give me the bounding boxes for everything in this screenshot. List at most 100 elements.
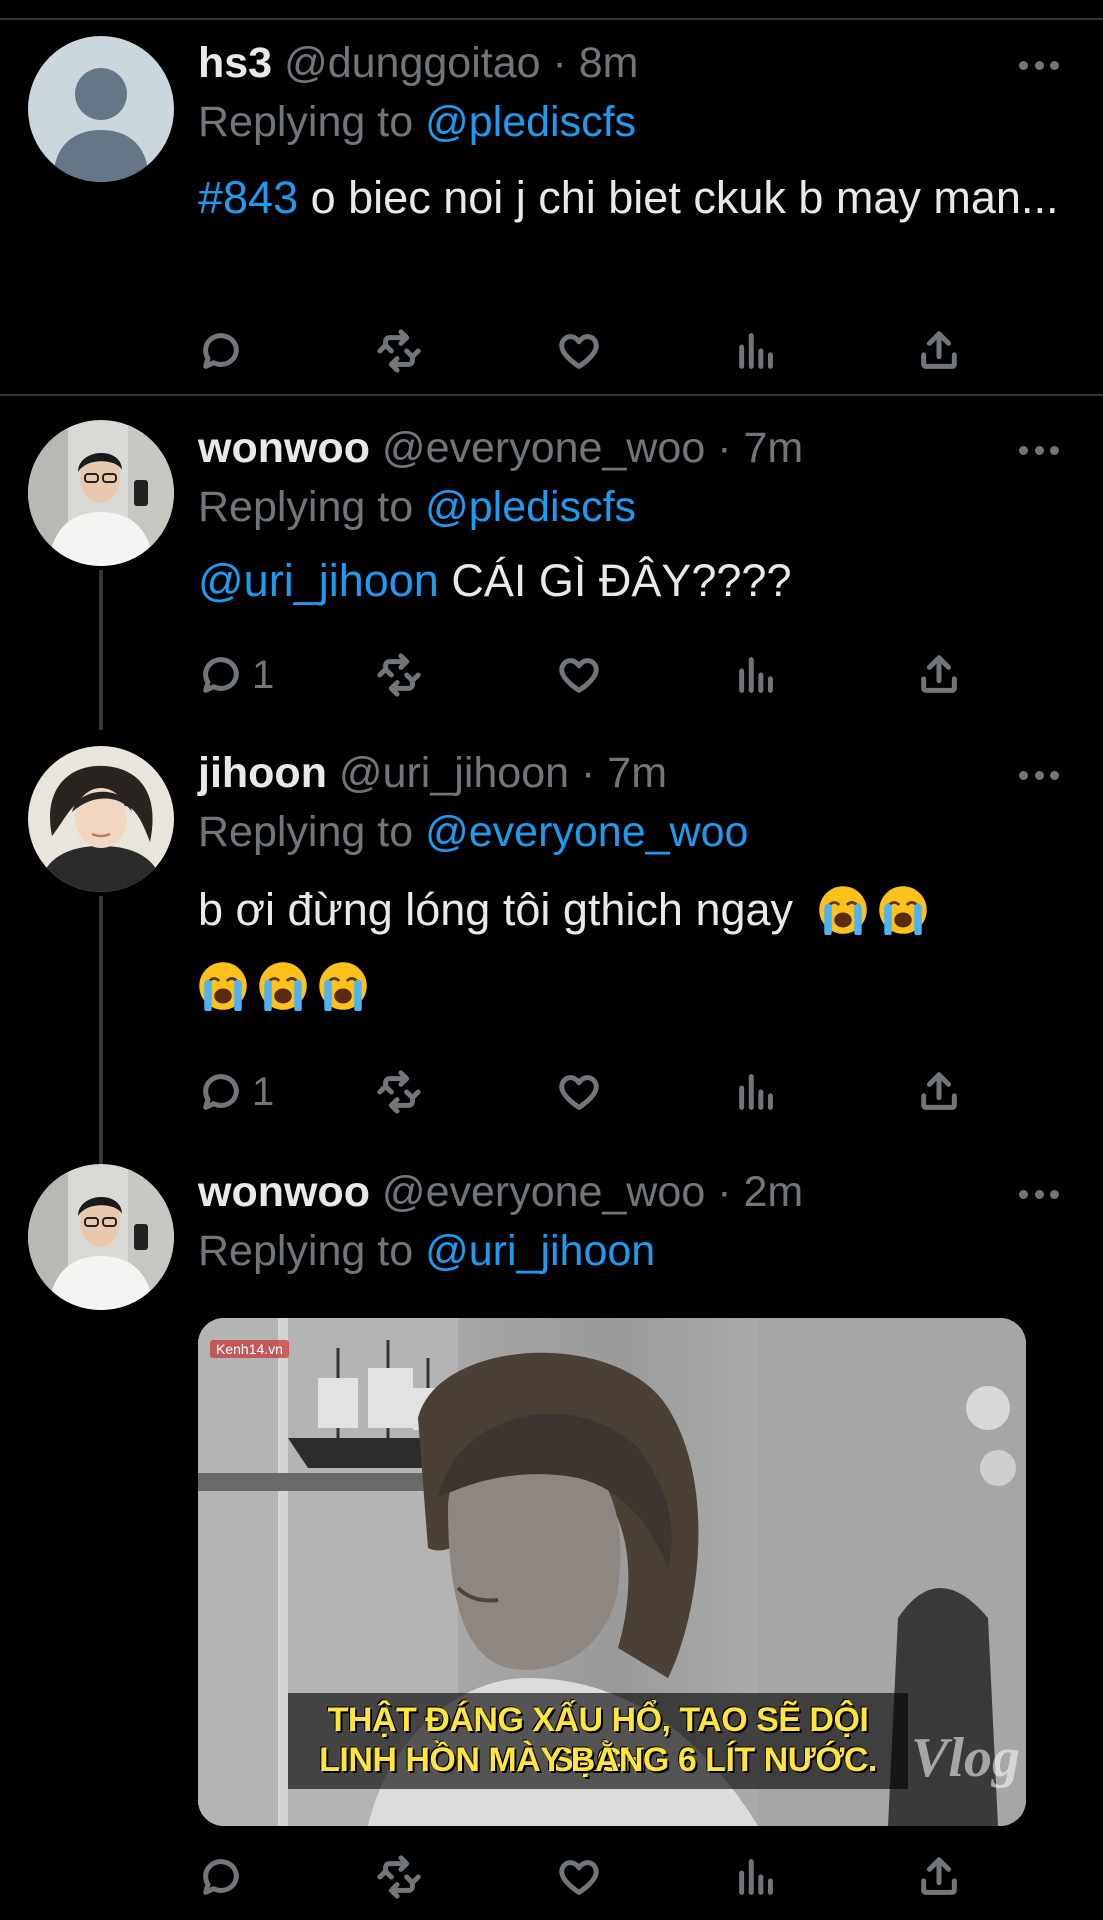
reply-button[interactable] — [198, 1852, 244, 1902]
reply-count: 1 — [252, 1069, 275, 1114]
reply-count: 1 — [252, 652, 275, 697]
retweet-button[interactable] — [376, 1852, 422, 1902]
loudly-crying-face-emoji — [878, 886, 927, 935]
tweet-header: wonwoo @everyone_woo · 7m — [198, 419, 1063, 477]
user-handle[interactable]: @dunggoitao — [284, 39, 540, 87]
like-button[interactable] — [556, 650, 602, 700]
avatar-wonwoo[interactable] — [28, 1164, 174, 1310]
hashtag-link[interactable]: #843 — [198, 172, 298, 223]
thread-connector — [99, 896, 103, 1164]
retweet-icon — [377, 1070, 421, 1114]
thread-connector — [99, 570, 103, 730]
share-button[interactable] — [916, 1852, 962, 1902]
retweet-icon — [377, 1855, 421, 1899]
replying-to: Replying to @uri_jihoon — [198, 1221, 1063, 1281]
share-button[interactable] — [916, 650, 962, 700]
separator-dot: · — [717, 1168, 732, 1216]
retweet-icon — [377, 653, 421, 697]
mention-link[interactable]: @uri_jihoon — [198, 555, 439, 606]
tweet-header: jihoon @uri_jihoon · 7m — [198, 744, 1063, 802]
timestamp[interactable]: 7m — [744, 424, 804, 472]
display-name[interactable]: jihoon — [198, 749, 327, 797]
like-button[interactable] — [556, 1067, 602, 1117]
heart-icon — [559, 1075, 599, 1110]
tweet-media-image[interactable]: Kenh14.vn THẬT ĐÁNG XẤU HỔ, TAO SẼ DỘI S… — [198, 1318, 1026, 1826]
replying-mention[interactable]: @everyone_woo — [425, 808, 748, 856]
retweet-button[interactable] — [376, 650, 422, 700]
timestamp[interactable]: 2m — [744, 1168, 804, 1216]
analytics-bars-icon — [739, 1859, 773, 1895]
watermark-label: Kenh14.vn — [210, 1340, 289, 1358]
timestamp[interactable]: 7m — [607, 749, 667, 797]
replying-mention[interactable]: @plediscfs — [425, 98, 636, 146]
tweet-header: hs3 @dunggoitao · 8m — [198, 34, 1063, 92]
display-name[interactable]: wonwoo — [198, 1168, 370, 1216]
timestamp[interactable]: 8m — [579, 39, 639, 87]
separator-dot: · — [552, 39, 567, 87]
share-upload-icon — [921, 331, 957, 369]
profile-photo-image — [28, 1164, 174, 1310]
tweet-divider — [0, 394, 1103, 396]
reply-button[interactable]: 1 — [198, 650, 274, 700]
reply-button[interactable] — [198, 326, 244, 376]
replying-mention[interactable]: @uri_jihoon — [425, 1227, 655, 1275]
share-button[interactable] — [916, 1067, 962, 1117]
tweet-text: #843 o biec noi j chi biet ckuk b may ma… — [198, 166, 1063, 230]
tweet-actions — [198, 1852, 978, 1902]
tweet-actions: 1 — [198, 650, 978, 700]
analytics-bars-icon — [739, 1074, 773, 1110]
like-button[interactable] — [556, 326, 602, 376]
replying-to: Replying to @everyone_woo — [198, 802, 1063, 862]
views-button[interactable] — [734, 326, 780, 376]
analytics-bars-icon — [739, 333, 773, 369]
loudly-crying-face-emoji — [319, 962, 367, 1011]
tweet-actions: 1 — [198, 1067, 978, 1117]
tweet-body-text: o biec noi j chi biet ckuk b may man... — [298, 172, 1059, 223]
loudly-crying-face-emoji — [818, 886, 867, 935]
reply-bubble-icon — [203, 333, 239, 369]
retweet-button[interactable] — [376, 326, 422, 376]
separator-dot: · — [717, 424, 732, 472]
replying-to: Replying to @plediscfs — [198, 92, 1063, 152]
reply-bubble-icon — [203, 657, 239, 693]
retweet-icon — [377, 329, 421, 373]
heart-icon — [559, 334, 599, 369]
loudly-crying-face-emoji — [259, 962, 307, 1011]
retweet-button[interactable] — [376, 1067, 422, 1117]
replying-prefix: Replying to — [198, 1227, 414, 1275]
user-handle[interactable]: @uri_jihoon — [339, 749, 569, 797]
subtitle-line-2: LINH HỒN MÀY BẰNG 6 LÍT NƯỚC. — [319, 1741, 877, 1779]
reply-bubble-icon — [203, 1074, 239, 1110]
separator-dot: · — [581, 749, 596, 797]
user-handle[interactable]: @everyone_woo — [382, 424, 705, 472]
heart-icon — [559, 1860, 599, 1895]
views-button[interactable] — [734, 1067, 780, 1117]
profile-photo-image — [28, 746, 174, 892]
tweet-body-text: CÁI GÌ ĐÂY???? — [438, 555, 792, 606]
reply-button[interactable]: 1 — [198, 1067, 274, 1117]
like-button[interactable] — [556, 1852, 602, 1902]
share-upload-icon — [921, 1072, 957, 1110]
tweet-actions — [198, 326, 978, 376]
loudly-crying-face-emoji — [199, 962, 247, 1011]
avatar-default[interactable] — [28, 36, 174, 182]
replying-mention[interactable]: @plediscfs — [425, 483, 636, 531]
display-name[interactable]: wonwoo — [198, 424, 370, 472]
avatar-wonwoo[interactable] — [28, 420, 174, 566]
views-button[interactable] — [734, 650, 780, 700]
share-button[interactable] — [916, 326, 962, 376]
reply-bubble-icon — [203, 1859, 239, 1895]
avatar-jihoon[interactable] — [28, 746, 174, 892]
tweet-text: b ơi đừng lóng tôi gthich ngay — [198, 872, 1063, 1024]
replying-to: Replying to @plediscfs — [198, 477, 1063, 537]
tweet-header: wonwoo @everyone_woo · 2m — [198, 1163, 1063, 1221]
heart-icon — [559, 658, 599, 693]
replying-prefix: Replying to — [198, 98, 414, 146]
top-divider — [0, 18, 1103, 20]
views-button[interactable] — [734, 1852, 780, 1902]
user-handle[interactable]: @everyone_woo — [382, 1168, 705, 1216]
display-name[interactable]: hs3 — [198, 39, 272, 87]
replying-prefix: Replying to — [198, 808, 414, 856]
replying-prefix: Replying to — [198, 483, 414, 531]
share-upload-icon — [921, 655, 957, 693]
